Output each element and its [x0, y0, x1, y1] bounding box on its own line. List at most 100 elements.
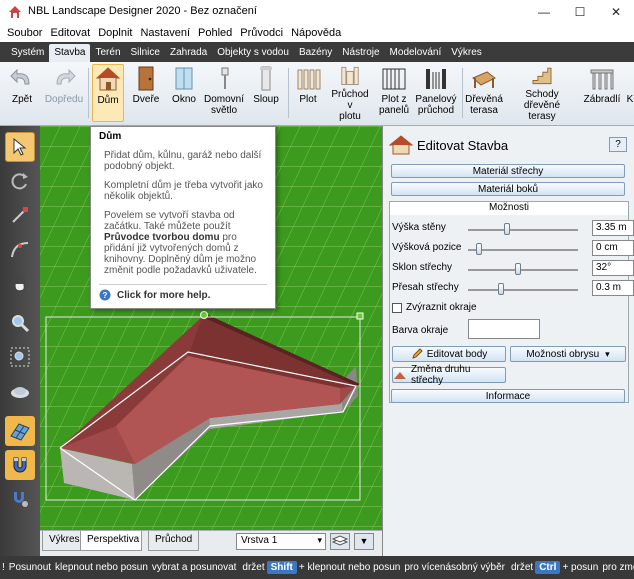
menu-nastaveni[interactable]: Nastavení: [136, 27, 194, 39]
undo-label: Zpět: [11, 94, 32, 105]
roof-material-button[interactable]: Materiál střechy: [391, 164, 625, 178]
tab-stavba[interactable]: Stavba: [49, 44, 91, 62]
title-bar: NBL Landscape Designer 2020 - Bez označe…: [0, 0, 634, 24]
panel-help-button[interactable]: ?: [609, 137, 627, 152]
zoom-icon: [12, 315, 30, 333]
roof-slope-slider[interactable]: [468, 269, 578, 271]
corner-handle[interactable]: [356, 312, 364, 320]
zoom-tool[interactable]: [5, 308, 35, 338]
railing-icon: [590, 69, 614, 90]
tab-teren[interactable]: Terén: [90, 44, 125, 62]
railing-button[interactable]: Zábradlí: [582, 64, 622, 122]
rotate-tool[interactable]: [5, 166, 35, 196]
menu-soubor[interactable]: Soubor: [3, 27, 46, 39]
status-move: Posunout: [8, 562, 52, 573]
ribbon-toolbar: Zpět Dopředu Dům Dveře Okno Domovní svět…: [0, 62, 634, 126]
undo-button[interactable]: Zpět: [4, 64, 40, 122]
height-position-thumb[interactable]: [476, 243, 482, 255]
snap-settings-tool[interactable]: [5, 484, 35, 514]
window-icon: [175, 67, 193, 90]
measure-icon: [12, 207, 28, 223]
zoom-window-tool[interactable]: [5, 342, 35, 372]
close-button[interactable]: ✕: [598, 0, 634, 24]
wall-height-slider[interactable]: [468, 229, 578, 231]
fence-gate-button[interactable]: Průchod v plotu: [328, 64, 372, 122]
tab-objekty-s-vodou[interactable]: Objekty s vodou: [212, 44, 294, 62]
roof-overhang-slider[interactable]: [468, 289, 578, 291]
separator: [288, 68, 289, 118]
roof-slope-thumb[interactable]: [514, 263, 521, 275]
view-tool[interactable]: [5, 376, 35, 406]
highlight-edges-label: Zvýraznit okraje: [406, 302, 477, 313]
tab-zahrada[interactable]: Zahrada: [165, 44, 212, 62]
tooltip-title: Dům: [99, 131, 122, 142]
wood-terrace-label-1: Dřevěná: [465, 94, 503, 105]
tab-silnice[interactable]: Silnice: [126, 44, 165, 62]
window-button[interactable]: Okno: [168, 64, 200, 122]
tab-bazeny[interactable]: Bazény: [294, 44, 337, 62]
minimize-button[interactable]: —: [526, 0, 562, 24]
redo-button[interactable]: Dopředu: [42, 64, 86, 122]
wall-height-thumb[interactable]: [503, 223, 510, 235]
house-label: Dům: [97, 95, 119, 106]
more-tool-button[interactable]: K: [624, 64, 634, 122]
layer-select[interactable]: Vrstva 1 ▾: [236, 533, 326, 550]
selection-handle[interactable]: [200, 311, 208, 319]
house-light-button[interactable]: Domovní světlo: [202, 64, 246, 122]
layers-button[interactable]: [330, 533, 350, 550]
railing-label: Zábradlí: [583, 94, 621, 105]
fence-button[interactable]: Plot: [292, 64, 324, 122]
highlight-edges-checkbox[interactable]: [392, 303, 402, 313]
pan-tool[interactable]: [5, 268, 35, 298]
menu-napoveda[interactable]: Nápověda: [287, 27, 345, 39]
panel-gate-label-2: průchod: [417, 105, 455, 116]
menu-editovat[interactable]: Editovat: [46, 27, 94, 39]
pillar-button[interactable]: Sloup: [250, 64, 282, 122]
layers-dropdown-button[interactable]: ▼: [354, 533, 374, 550]
measure-tool[interactable]: [5, 200, 35, 230]
height-position-label: Výšková pozice: [392, 242, 462, 253]
edit-points-label: Editovat body: [426, 348, 488, 360]
maximize-button[interactable]: ☐: [562, 0, 598, 24]
tab-perspektiva-view[interactable]: Perspektiva: [80, 531, 142, 551]
grid-toggle[interactable]: [5, 416, 35, 446]
curve-tool[interactable]: [5, 234, 35, 264]
tab-pruchod-view[interactable]: Průchod: [148, 531, 200, 551]
outline-options-button[interactable]: Možnosti obrysu ▾: [510, 346, 626, 362]
roof-overhang-input[interactable]: 0.3 m: [592, 280, 634, 296]
roof-icon: [393, 372, 406, 379]
tab-nastroje[interactable]: Nástroje: [337, 44, 384, 62]
tab-system[interactable]: Systém: [6, 44, 49, 62]
menu-pohled[interactable]: Pohled: [194, 27, 236, 39]
sides-material-button[interactable]: Materiál boků: [391, 182, 625, 196]
menu-doplnit[interactable]: Doplnit: [94, 27, 136, 39]
tab-vykres[interactable]: Výkres: [446, 44, 487, 62]
house-button[interactable]: Dům: [92, 64, 124, 122]
menu-pruvodci[interactable]: Průvodci: [236, 27, 287, 39]
edit-points-button[interactable]: Editovat body: [392, 346, 506, 362]
terrace-stairs-button[interactable]: Schody dřevěné terasy: [506, 64, 578, 122]
door-icon: [138, 66, 154, 91]
door-label: Dveře: [132, 94, 160, 105]
roof-overhang-thumb[interactable]: [498, 283, 504, 295]
snap-toggle[interactable]: [5, 450, 35, 480]
tooltip-help-link[interactable]: ? Click for more help.: [99, 284, 267, 301]
wall-height-input[interactable]: 3.35 m: [592, 220, 634, 236]
info-button[interactable]: Informace: [391, 389, 625, 403]
edit-panel: Editovat Stavba ? Materiál střechy Mater…: [382, 126, 634, 556]
roof-slope-input[interactable]: 32°: [592, 260, 634, 276]
wood-terrace-button[interactable]: Dřevěná terasa: [464, 64, 504, 122]
edge-color-swatch[interactable]: [468, 319, 540, 339]
panel-gate-button[interactable]: Panelový průchod: [414, 64, 458, 122]
status-multi-select: pro vícenásobný výběr: [404, 562, 505, 573]
chevron-down-icon: ▼: [359, 536, 369, 546]
panel-fence-button[interactable]: Plot z panelů: [376, 64, 412, 122]
panel-fence-label-2: panelů: [378, 105, 410, 116]
door-button[interactable]: Dveře: [130, 64, 162, 122]
select-tool[interactable]: [5, 132, 35, 162]
undo-icon: [10, 68, 30, 85]
height-position-slider[interactable]: [468, 249, 578, 251]
tab-modelovani[interactable]: Modelování: [385, 44, 447, 62]
height-position-input[interactable]: 0 cm: [592, 240, 634, 256]
change-roof-type-button[interactable]: Změna druhu střechy: [392, 364, 506, 386]
